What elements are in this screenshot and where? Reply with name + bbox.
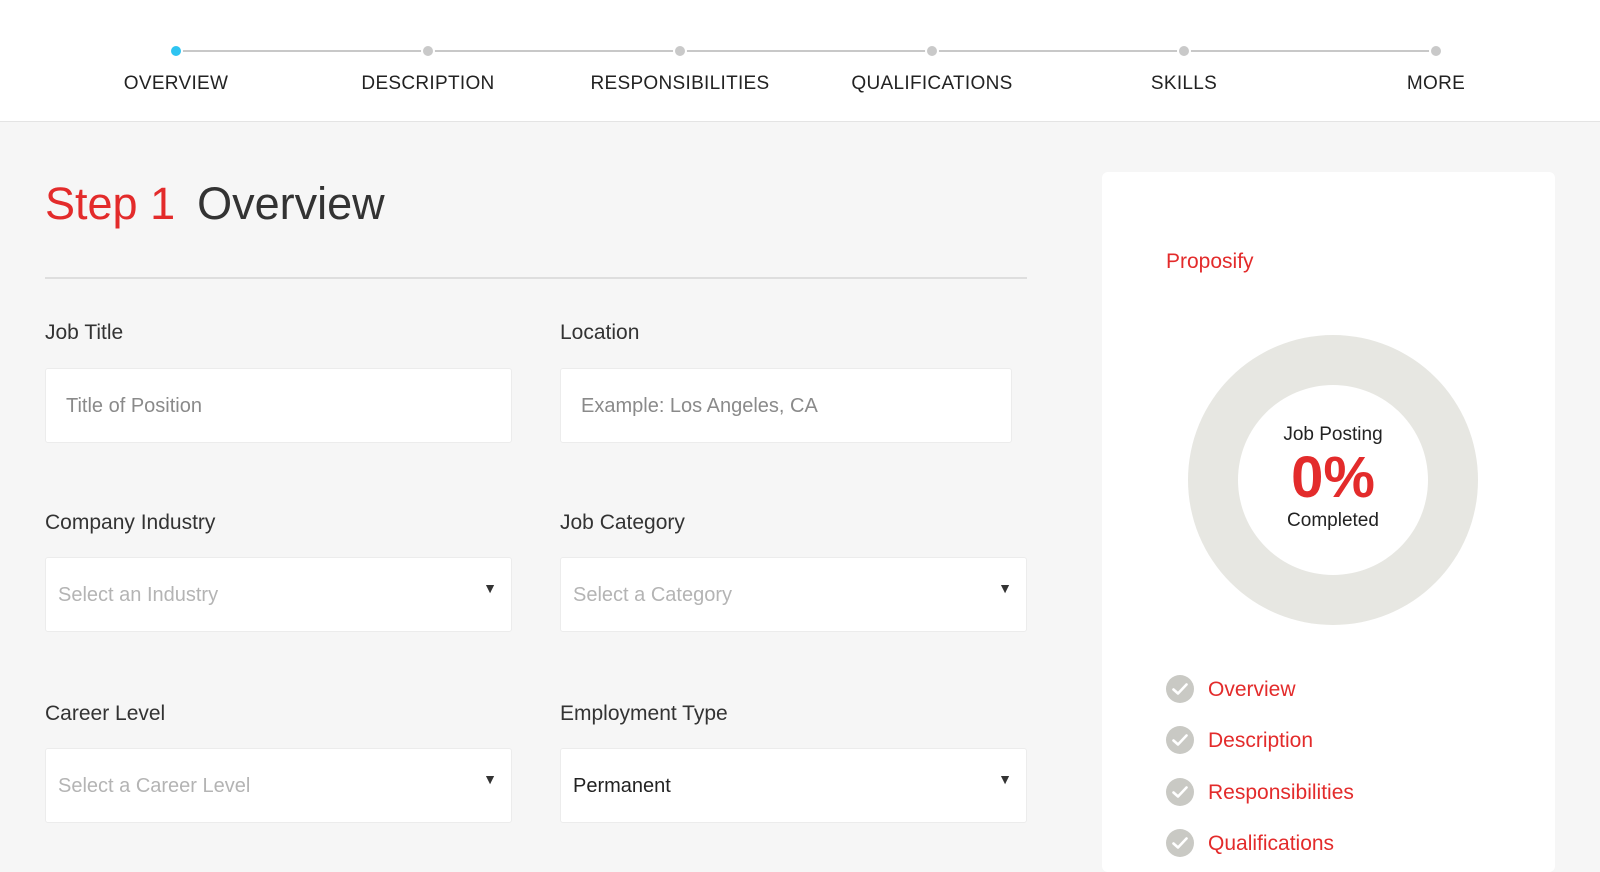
step-label: DESCRIPTION — [361, 73, 495, 94]
step-dot-icon — [169, 44, 183, 58]
checklist-label: Qualifications — [1208, 832, 1335, 855]
completion-percent: 0% — [1291, 445, 1375, 510]
company-industry-select[interactable]: Select an Industry ▼ — [45, 557, 512, 632]
employment-type-label: Employment Type — [560, 702, 728, 725]
job-title-input[interactable]: Title of Position — [45, 368, 512, 443]
caret-down-icon: ▼ — [483, 580, 497, 596]
donut-caption-bottom: Completed — [1287, 510, 1379, 531]
location-label: Location — [560, 321, 640, 344]
job-title-label: Job Title — [45, 321, 124, 344]
caret-down-icon: ▼ — [483, 771, 497, 787]
step-dot-icon — [421, 44, 435, 58]
page-title: Step 1 Overview — [45, 178, 385, 230]
check-circle-icon — [1166, 675, 1194, 703]
progress-panel: Proposify Job Posting 0% Completed Overv… — [1102, 172, 1555, 872]
employment-type-value: Permanent — [573, 775, 671, 797]
step-label: MORE — [1406, 73, 1466, 94]
completion-donut: Job Posting 0% Completed — [1188, 335, 1478, 625]
career-level-label: Career Level — [45, 702, 166, 725]
divider — [45, 277, 1027, 279]
checklist-label: Description — [1208, 729, 1314, 752]
caret-down-icon: ▼ — [998, 771, 1012, 787]
step-label: SKILLS — [1150, 73, 1218, 94]
caret-down-icon: ▼ — [998, 580, 1012, 596]
checklist-label: Responsibilities — [1208, 781, 1354, 804]
check-circle-icon — [1166, 829, 1194, 857]
company-industry-placeholder: Select an Industry — [58, 584, 219, 606]
step-dot-icon — [673, 44, 687, 58]
step-qualifications[interactable]: QUALIFICATIONS — [812, 0, 1052, 122]
check-circle-icon — [1166, 778, 1194, 806]
job-title-placeholder: Title of Position — [66, 395, 202, 417]
career-level-select[interactable]: Select a Career Level ▼ — [45, 748, 512, 823]
company-industry-label: Company Industry — [45, 511, 216, 534]
job-category-select[interactable]: Select a Category ▼ — [560, 557, 1027, 632]
employment-type-select[interactable]: Permanent ▼ — [560, 748, 1027, 823]
job-category-placeholder: Select a Category — [573, 584, 732, 606]
location-input[interactable]: Example: Los Angeles, CA — [560, 368, 1012, 443]
check-circle-icon — [1166, 726, 1194, 754]
step-number: Step 1 — [45, 178, 176, 229]
step-title: Overview — [197, 178, 385, 229]
step-skills[interactable]: SKILLS — [1064, 0, 1304, 122]
donut-center: Job Posting 0% Completed — [1238, 385, 1428, 575]
step-label: RESPONSIBILITIES — [590, 73, 770, 94]
donut-caption-top: Job Posting — [1283, 424, 1383, 445]
brand-name: Proposify — [1166, 250, 1254, 273]
step-responsibilities[interactable]: RESPONSIBILITIES — [560, 0, 800, 122]
step-dot-icon — [1429, 44, 1443, 58]
step-description[interactable]: DESCRIPTION — [308, 0, 548, 122]
step-label: OVERVIEW — [123, 73, 229, 94]
step-more[interactable]: MORE — [1316, 0, 1556, 122]
step-dot-icon — [925, 44, 939, 58]
step-label: QUALIFICATIONS — [851, 73, 1013, 94]
career-level-placeholder: Select a Career Level — [58, 775, 251, 797]
location-placeholder: Example: Los Angeles, CA — [581, 395, 818, 417]
step-overview[interactable]: OVERVIEW — [56, 0, 296, 122]
job-category-label: Job Category — [560, 511, 685, 534]
step-dot-icon — [1177, 44, 1191, 58]
checklist-label: Overview — [1208, 678, 1296, 701]
progress-stepper: OVERVIEW DESCRIPTION RESPONSIBILITIES QU… — [0, 0, 1600, 122]
